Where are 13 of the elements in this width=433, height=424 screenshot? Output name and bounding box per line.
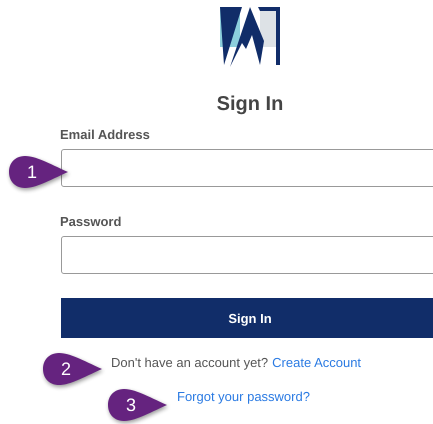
sign-in-button[interactable]: Sign In [61, 298, 433, 338]
number-callout: 2 [42, 352, 102, 386]
input-field[interactable] [61, 236, 433, 274]
field-label: Email Address [60, 127, 150, 142]
number-callout: 3 [107, 388, 167, 422]
signup-prompt: Don't have an account yet? [111, 355, 268, 370]
forgot-password-link[interactable]: Forgot your password? [177, 389, 310, 404]
input-field[interactable] [61, 149, 433, 187]
create-account-link[interactable]: Create Account [272, 355, 362, 370]
mountain-logo [218, 5, 282, 69]
number-callout: 1 [8, 155, 68, 189]
field-label: Password [60, 214, 122, 229]
page-title: Sign In [216, 93, 284, 116]
